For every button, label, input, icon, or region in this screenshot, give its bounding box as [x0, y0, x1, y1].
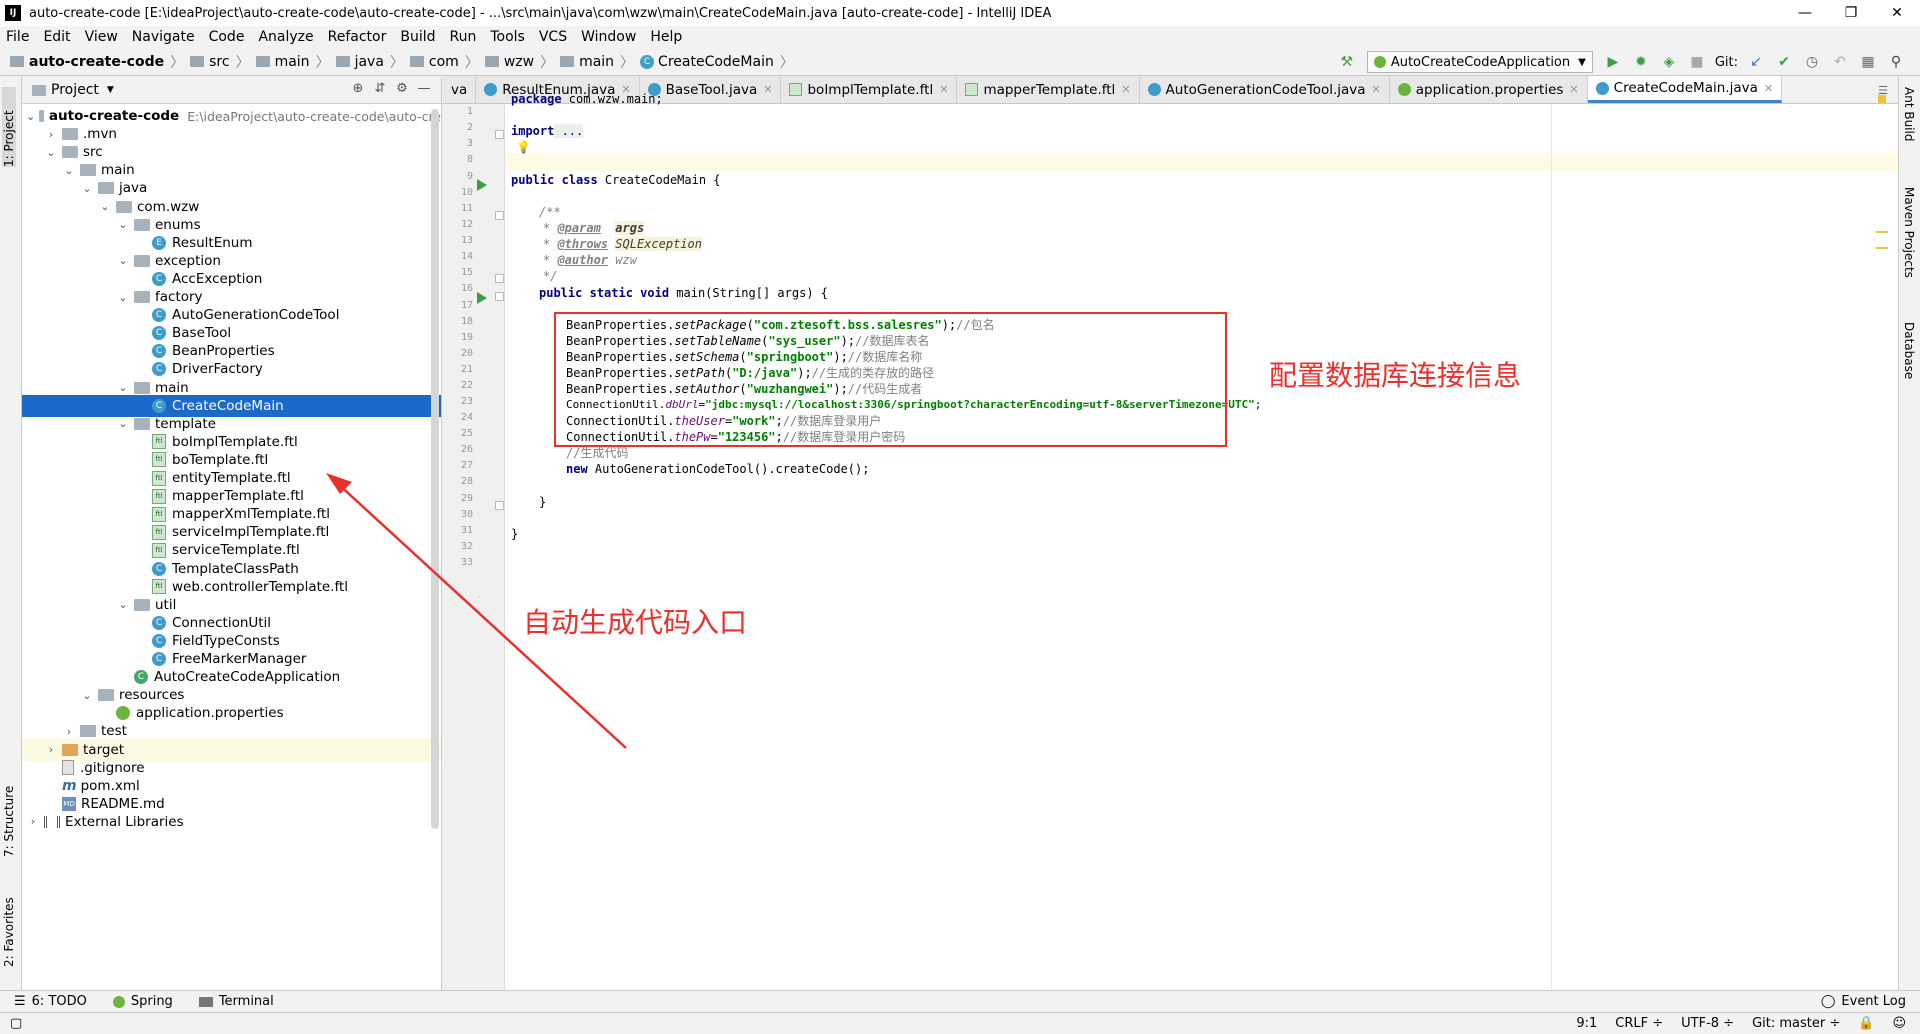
caret-position[interactable]: 9:1 [1576, 1016, 1597, 1031]
lock-icon[interactable]: 🔒 [1858, 1016, 1874, 1031]
terminal-icon [198, 996, 213, 1007]
spring-icon [112, 995, 125, 1008]
inspector-icon[interactable]: ☺ [1892, 1016, 1906, 1031]
terminal-tool-button[interactable]: Terminal [198, 994, 274, 1009]
git-branch[interactable]: Git: master ÷ [1752, 1016, 1840, 1031]
list-icon: ☰ [14, 994, 26, 1009]
status-bar: ▢ 9:1 CRLF ÷ UTF-8 ÷ Git: master ÷ 🔒 ☺ [0, 1012, 1920, 1034]
spring-tool-button[interactable]: Spring [112, 994, 173, 1009]
event-log-button[interactable]: ◯ Event Log [1821, 994, 1906, 1009]
todo-tool-button[interactable]: ☰ 6: TODO [14, 994, 87, 1009]
file-encoding[interactable]: UTF-8 ÷ [1681, 1016, 1734, 1031]
status-toggle-icon[interactable]: ▢ [10, 1016, 22, 1031]
line-separator[interactable]: CRLF ÷ [1615, 1016, 1663, 1031]
annotation-arrow [326, 473, 627, 749]
bottom-tool-bar: ☰ 6: TODO Spring Terminal ◯ Event Log [0, 990, 1920, 1012]
event-log-icon: ◯ [1820, 994, 1836, 1009]
